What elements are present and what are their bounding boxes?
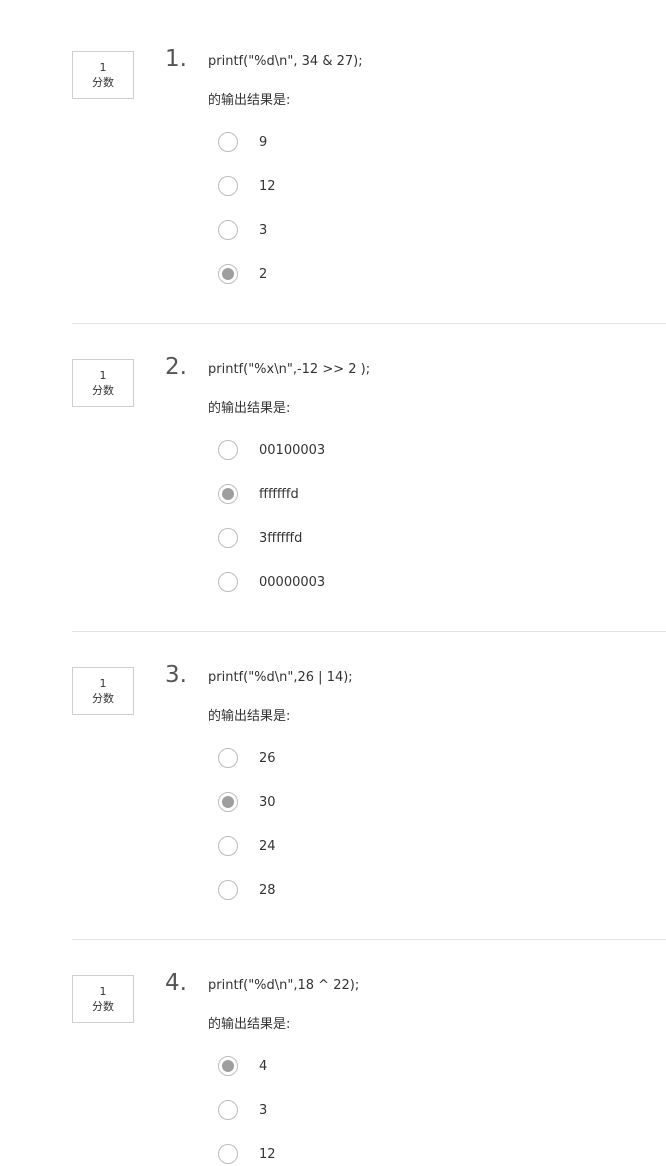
question-divider <box>72 631 666 632</box>
question-divider <box>72 323 666 324</box>
option-label: 26 <box>259 750 276 766</box>
answer-option[interactable]: fffffffd <box>218 482 299 506</box>
radio-button[interactable] <box>218 572 238 592</box>
answer-option[interactable]: 3 <box>218 1098 267 1122</box>
radio-button[interactable] <box>218 484 238 504</box>
option-label: 12 <box>259 1146 276 1162</box>
answer-option[interactable]: 24 <box>218 834 276 858</box>
option-label: 3 <box>259 1102 268 1118</box>
option-label: 24 <box>259 838 276 854</box>
radio-button[interactable] <box>218 528 238 548</box>
question-code: printf("%d\n",26 | 14); <box>208 670 353 685</box>
answer-option[interactable]: 12 <box>218 1142 276 1166</box>
question-prompt: 的输出结果是: <box>208 93 291 108</box>
answer-option[interactable]: 00000003 <box>218 570 325 594</box>
points-box: 1 分数 <box>72 359 134 407</box>
option-label: 12 <box>259 178 276 194</box>
option-label: fffffffd <box>259 486 299 502</box>
option-label: 3 <box>259 222 268 238</box>
answer-option[interactable]: 28 <box>218 878 276 902</box>
option-label: 2 <box>259 266 268 282</box>
radio-button[interactable] <box>218 1144 238 1164</box>
answer-option[interactable]: 30 <box>218 790 276 814</box>
answer-option[interactable]: 9 <box>218 130 267 154</box>
question-prompt: 的输出结果是: <box>208 709 291 724</box>
points-value: 1 <box>99 369 107 382</box>
quiz: 1 分数 1. printf("%d\n", 34 & 27); 的输出结果是:… <box>0 0 666 1164</box>
option-label: 9 <box>259 134 268 150</box>
points-unit: 分数 <box>92 1000 114 1013</box>
option-label: 3ffffffd <box>259 530 303 546</box>
question-number: 3. <box>165 662 187 688</box>
points-unit: 分数 <box>92 384 114 397</box>
points-box: 1 分数 <box>72 51 134 99</box>
question-code: printf("%d\n",18 ^ 22); <box>208 978 360 993</box>
answer-option[interactable]: 12 <box>218 174 276 198</box>
question-code: printf("%d\n", 34 & 27); <box>208 54 363 69</box>
question-code: printf("%x\n",-12 >> 2 ); <box>208 362 371 377</box>
answer-option[interactable]: 3 <box>218 218 267 242</box>
radio-button[interactable] <box>218 792 238 812</box>
radio-button[interactable] <box>218 880 238 900</box>
option-label: 00000003 <box>259 574 326 590</box>
question-number: 1. <box>165 46 187 72</box>
option-label: 30 <box>259 794 276 810</box>
radio-button[interactable] <box>218 1056 238 1076</box>
answer-option[interactable]: 3ffffffd <box>218 526 302 550</box>
answer-option[interactable]: 26 <box>218 746 276 770</box>
radio-button[interactable] <box>218 264 238 284</box>
points-unit: 分数 <box>92 692 114 705</box>
question-divider <box>72 939 666 940</box>
option-label: 00100003 <box>259 442 326 458</box>
radio-button[interactable] <box>218 748 238 768</box>
question-prompt: 的输出结果是: <box>208 1017 291 1032</box>
question-number: 2. <box>165 354 187 380</box>
radio-button[interactable] <box>218 132 238 152</box>
points-value: 1 <box>99 677 107 690</box>
points-box: 1 分数 <box>72 667 134 715</box>
answer-option[interactable]: 2 <box>218 262 267 286</box>
radio-button[interactable] <box>218 440 238 460</box>
points-box: 1 分数 <box>72 975 134 1023</box>
radio-button[interactable] <box>218 836 238 856</box>
question-number: 4. <box>165 970 187 996</box>
points-unit: 分数 <box>92 76 114 89</box>
question-prompt: 的输出结果是: <box>208 401 291 416</box>
radio-button[interactable] <box>218 176 238 196</box>
points-value: 1 <box>99 985 107 998</box>
answer-option[interactable]: 4 <box>218 1054 267 1078</box>
option-label: 4 <box>259 1058 268 1074</box>
option-label: 28 <box>259 882 276 898</box>
radio-button[interactable] <box>218 220 238 240</box>
answer-option[interactable]: 00100003 <box>218 438 325 462</box>
radio-button[interactable] <box>218 1100 238 1120</box>
points-value: 1 <box>99 61 107 74</box>
